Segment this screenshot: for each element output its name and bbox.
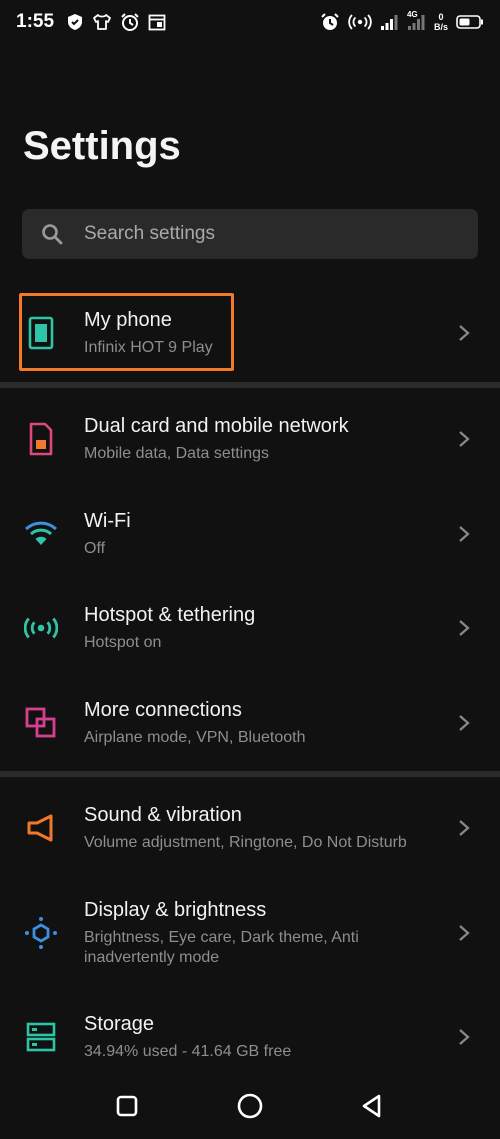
alarm-icon bbox=[120, 12, 140, 32]
net-speed: 0 B/s bbox=[434, 12, 448, 32]
item-title: More connections bbox=[84, 699, 242, 721]
chevron-right-icon bbox=[459, 325, 470, 341]
item-title: Hotspot & tethering bbox=[84, 604, 256, 626]
item-subtitle: Off bbox=[84, 540, 106, 557]
item-subtitle: Airplane mode, VPN, Bluetooth bbox=[84, 729, 306, 746]
item-text: Display & brightness Brightness, Eye car… bbox=[84, 898, 440, 968]
page-title: Settings bbox=[23, 124, 181, 168]
hotspot-status-icon bbox=[348, 13, 372, 31]
chevron-right-icon bbox=[459, 431, 470, 447]
sim-card-icon bbox=[24, 422, 58, 456]
settings-item-display[interactable]: Display & brightness Brightness, Eye car… bbox=[0, 885, 500, 981]
chevron-right-icon bbox=[459, 620, 470, 636]
item-subtitle: Mobile data, Data settings bbox=[84, 445, 269, 462]
battery-icon bbox=[456, 14, 484, 30]
search-placeholder: Search settings bbox=[84, 223, 215, 244]
settings-item-more-connections[interactable]: More connections Airplane mode, VPN, Blu… bbox=[0, 685, 500, 761]
chevron-right-icon bbox=[459, 820, 470, 836]
item-subtitle: 34.94% used - 41.64 GB free bbox=[84, 1043, 292, 1060]
settings-item-hotspot[interactable]: Hotspot & tethering Hotspot on bbox=[0, 590, 500, 666]
item-text: Hotspot & tethering Hotspot on bbox=[84, 603, 440, 653]
item-title: Wi-Fi bbox=[84, 510, 131, 532]
chevron-right-icon bbox=[459, 526, 470, 542]
item-title: Dual card and mobile network bbox=[84, 415, 349, 437]
status-bar-left: 1:55 bbox=[16, 11, 166, 33]
hotspot-icon bbox=[24, 611, 58, 645]
storage-icon bbox=[24, 1020, 58, 1054]
connections-icon bbox=[24, 706, 58, 740]
shield-icon bbox=[66, 13, 84, 31]
section-divider bbox=[0, 382, 500, 388]
signal-4g-icon: 4G bbox=[406, 10, 426, 31]
home-button[interactable] bbox=[233, 1089, 267, 1123]
settings-item-dual-card[interactable]: Dual card and mobile network Mobile data… bbox=[0, 401, 500, 477]
net-speed-unit: B/s bbox=[433, 22, 448, 32]
item-text: Wi-Fi Off bbox=[84, 509, 440, 559]
item-title: Storage bbox=[84, 1013, 155, 1035]
chevron-right-icon bbox=[459, 715, 470, 731]
settings-item-sound[interactable]: Sound & vibration Volume adjustment, Rin… bbox=[0, 790, 500, 866]
item-text: Storage 34.94% used - 41.64 GB free bbox=[84, 1012, 440, 1062]
alarm-icon bbox=[320, 12, 340, 32]
item-subtitle: Volume adjustment, Ringtone, Do Not Dist… bbox=[84, 834, 407, 851]
tshirt-icon bbox=[92, 13, 112, 31]
speaker-icon bbox=[24, 811, 58, 845]
network-type-label: 4G bbox=[406, 10, 418, 19]
status-time: 1:55 bbox=[16, 11, 55, 32]
settings-item-storage[interactable]: Storage 34.94% used - 41.64 GB free bbox=[0, 1000, 500, 1074]
item-text: More connections Airplane mode, VPN, Blu… bbox=[84, 698, 440, 748]
back-button[interactable] bbox=[355, 1089, 389, 1123]
item-title: Sound & vibration bbox=[84, 804, 242, 826]
settings-item-wifi[interactable]: Wi-Fi Off bbox=[0, 496, 500, 572]
item-text: Sound & vibration Volume adjustment, Rin… bbox=[84, 803, 440, 853]
search-icon bbox=[40, 222, 64, 246]
status-bar: 1:55 4G 0 B/s bbox=[0, 0, 500, 44]
chevron-right-icon bbox=[459, 925, 470, 941]
highlight-box bbox=[19, 293, 234, 371]
net-speed-value: 0 bbox=[438, 12, 444, 22]
signal-icon bbox=[380, 13, 398, 31]
item-text: Dual card and mobile network Mobile data… bbox=[84, 414, 440, 464]
navigation-bar bbox=[0, 1075, 500, 1139]
item-subtitle: Brightness, Eye care, Dark theme, Anti i… bbox=[84, 929, 359, 966]
item-title: Display & brightness bbox=[84, 899, 267, 921]
chevron-right-icon bbox=[459, 1029, 470, 1045]
recents-button[interactable] bbox=[110, 1089, 144, 1123]
search-input[interactable]: Search settings bbox=[22, 209, 478, 259]
wifi-icon bbox=[24, 517, 58, 551]
calendar-icon bbox=[148, 13, 166, 31]
display-icon bbox=[24, 916, 58, 950]
status-bar-right: 4G 0 B/s bbox=[320, 10, 484, 32]
section-divider bbox=[0, 771, 500, 777]
item-subtitle: Hotspot on bbox=[84, 634, 162, 651]
